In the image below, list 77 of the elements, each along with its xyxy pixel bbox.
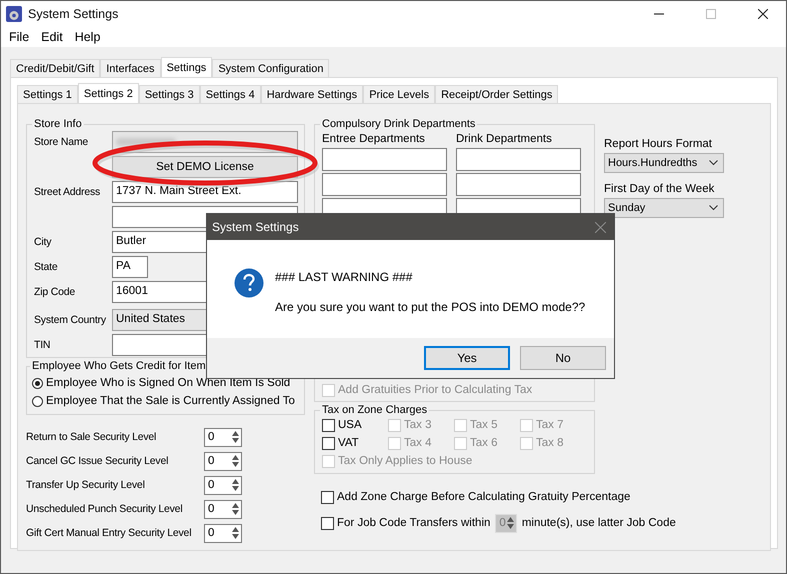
checkbox-label: Tax 6 bbox=[470, 437, 498, 449]
checkbox-label: Tax 4 bbox=[404, 437, 432, 449]
tab[interactable]: Interfaces bbox=[100, 59, 161, 77]
field-label: State bbox=[34, 261, 58, 273]
checkbox-label: VAT bbox=[338, 437, 359, 449]
group-title: Compulsory Drink Departments bbox=[321, 118, 476, 130]
spin-box[interactable]: 0 bbox=[204, 524, 242, 542]
radio-button[interactable] bbox=[32, 378, 43, 388]
tab[interactable]: Settings 4 bbox=[200, 85, 261, 103]
spin-box[interactable]: 0 bbox=[204, 476, 242, 494]
column-label: Drink Departments bbox=[456, 133, 553, 146]
tab[interactable]: System Configuration bbox=[212, 59, 330, 77]
menu-item[interactable]: File bbox=[3, 30, 36, 44]
checkbox-label: Tax 5 bbox=[470, 419, 498, 431]
chevron-icon bbox=[709, 205, 718, 211]
app-icon bbox=[6, 6, 22, 22]
checkbox-label: Tax Only Applies to House bbox=[338, 455, 472, 467]
field-label: Zip Code bbox=[34, 286, 76, 298]
field-label: Transfer Up Security Level bbox=[26, 479, 146, 491]
window-title: System Settings bbox=[28, 7, 118, 21]
checkbox-label: Tax 8 bbox=[536, 437, 564, 449]
input-field[interactable] bbox=[322, 148, 447, 171]
checkbox[interactable] bbox=[322, 436, 335, 450]
close-icon[interactable] bbox=[758, 9, 768, 19]
warning-heading: ### LAST WARNING ### bbox=[275, 270, 414, 284]
tab[interactable]: Settings 1 bbox=[17, 85, 78, 103]
field-label: City bbox=[34, 236, 52, 248]
field-label: First Day of the Week bbox=[604, 183, 716, 195]
spin-box[interactable]: 0 bbox=[204, 452, 242, 470]
dropdown[interactable]: Hours.Hundredths bbox=[604, 153, 724, 173]
checkbox[interactable] bbox=[322, 418, 335, 432]
field-label: Street Address bbox=[34, 186, 100, 198]
group-title: Store Info bbox=[33, 118, 83, 130]
tab[interactable]: Settings 2 bbox=[78, 83, 139, 103]
spin-box[interactable]: 0 bbox=[204, 428, 242, 446]
field-label: Return to Sale Security Level bbox=[26, 431, 158, 443]
field-label: Cancel GC Issue Security Level bbox=[26, 455, 170, 467]
tab[interactable]: Settings 3 bbox=[138, 85, 200, 103]
tab[interactable]: Settings bbox=[160, 57, 212, 77]
column-label: Entree Departments bbox=[322, 133, 426, 146]
chevron-icon bbox=[709, 160, 718, 166]
checkbox-label: For Job Code Transfers within bbox=[337, 517, 490, 529]
input-field[interactable]: PA bbox=[112, 256, 148, 278]
set-license-button[interactable]: Set DEMO License bbox=[112, 156, 298, 178]
group-title: Tax on Zone Charges bbox=[321, 404, 428, 416]
field-label: Report Hours Format bbox=[604, 138, 714, 150]
checkbox-label: Tax 3 bbox=[404, 419, 432, 431]
tab[interactable]: Price Levels bbox=[363, 85, 436, 103]
tab[interactable]: Credit/Debit/Gift bbox=[10, 59, 100, 77]
yes-button[interactable]: Yes bbox=[424, 346, 510, 370]
question-icon bbox=[234, 268, 264, 298]
option-label: Employee That the Sale is Currently Assigned To bbox=[46, 395, 295, 407]
spin-box[interactable]: 0 bbox=[204, 500, 242, 518]
dialog-title: System Settings bbox=[212, 220, 299, 234]
radio-button[interactable] bbox=[32, 396, 43, 406]
field-label: Unscheduled Punch Security Level bbox=[26, 503, 184, 515]
input-field[interactable] bbox=[322, 173, 447, 196]
field-suffix: minute(s), use latter Job Code bbox=[522, 517, 676, 529]
field-label: Gift Cert Manual Entry Security Level bbox=[26, 527, 192, 539]
menu-item[interactable]: Edit bbox=[35, 30, 69, 44]
input-field[interactable] bbox=[456, 148, 581, 171]
group-title: Employee Who Gets Credit for Item bbox=[31, 360, 207, 372]
tab[interactable]: Hardware Settings bbox=[260, 85, 364, 103]
dropdown[interactable]: Sunday bbox=[604, 198, 724, 218]
menu-item[interactable]: Help bbox=[68, 30, 106, 44]
tab[interactable]: Receipt/Order Settings bbox=[435, 85, 558, 103]
input-field[interactable] bbox=[456, 173, 581, 196]
field-label: System Country bbox=[34, 314, 106, 326]
checkbox-label: Add Zone Charge Before Calculating Gratuity Percentage bbox=[337, 491, 630, 503]
checkbox-label: Add Gratuities Prior to Calculating Tax bbox=[338, 384, 532, 396]
checkbox[interactable] bbox=[321, 490, 334, 504]
checkbox[interactable] bbox=[321, 516, 334, 530]
checkbox-label: USA bbox=[338, 419, 362, 431]
field-label: Store Name bbox=[34, 136, 88, 148]
checkbox-label: Tax 7 bbox=[536, 419, 564, 431]
no-button[interactable]: No bbox=[520, 346, 606, 370]
field-label: TIN bbox=[34, 339, 50, 351]
